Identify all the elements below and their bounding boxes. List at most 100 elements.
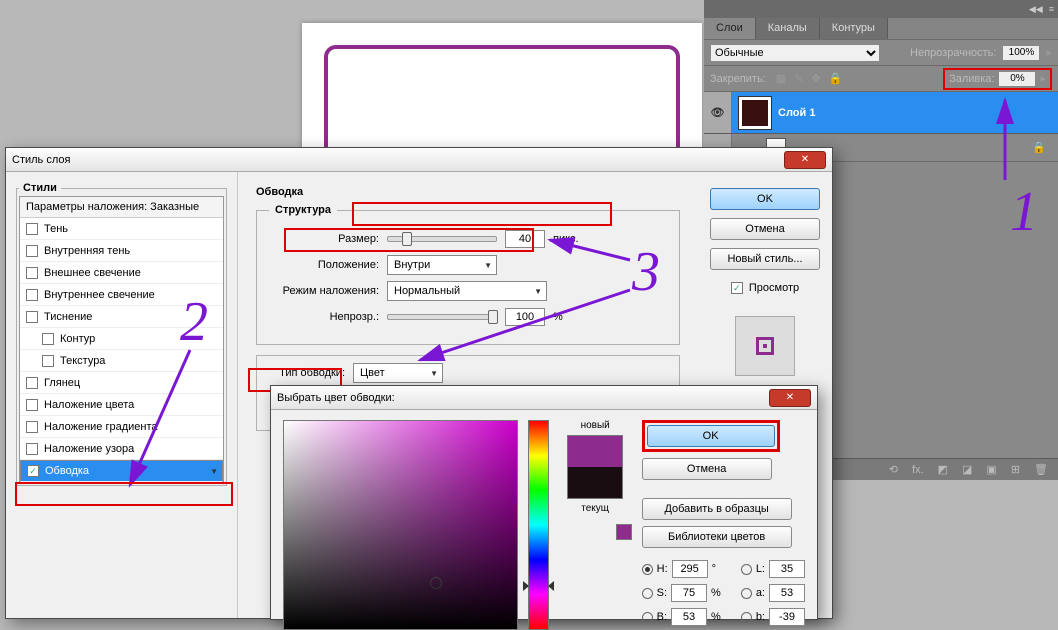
layer-name[interactable]: Слой 1 <box>778 107 815 119</box>
fill-input[interactable] <box>998 71 1036 87</box>
effect-checkbox[interactable] <box>26 421 38 433</box>
effect-row-9[interactable]: Наложение градиента <box>20 416 223 438</box>
preview-checkbox[interactable]: ✓ <box>731 282 743 294</box>
ok-button[interactable]: OK <box>647 425 775 447</box>
layer-thumbnail[interactable] <box>738 96 772 130</box>
color-libraries-button[interactable]: Библиотеки цветов <box>642 526 792 548</box>
close-button[interactable]: ✕ <box>769 389 811 407</box>
stroke-opacity-input[interactable] <box>505 308 545 326</box>
radio-a[interactable] <box>741 588 752 599</box>
lock-transparency-icon[interactable]: ▦ <box>776 72 786 85</box>
color-values: H:° S:% B:% L: a: b: <box>642 560 805 626</box>
effect-checkbox[interactable] <box>26 267 38 279</box>
color-compare-swatch[interactable] <box>567 435 623 499</box>
effect-checkbox[interactable] <box>26 443 38 455</box>
radio-l[interactable] <box>741 564 752 575</box>
a-input[interactable] <box>769 584 805 602</box>
effect-checkbox[interactable] <box>26 289 38 301</box>
panel-menu-icon[interactable]: ≡ <box>1049 4 1054 14</box>
effect-checkbox[interactable] <box>26 223 38 235</box>
lock-all-icon[interactable]: 🔒 <box>829 72 843 85</box>
fx-icon[interactable]: fx. <box>912 464 924 476</box>
new-label: новый <box>581 420 610 431</box>
s-input[interactable] <box>671 584 707 602</box>
position-select[interactable]: Внутри <box>387 255 497 275</box>
s-unit: % <box>711 587 721 599</box>
effect-label: Контур <box>60 333 95 345</box>
effect-checkbox[interactable]: ✓ <box>27 465 39 477</box>
effect-checkbox[interactable] <box>26 377 38 389</box>
new-layer-icon[interactable]: ⊞ <box>1011 463 1020 476</box>
mask-icon[interactable]: ◩ <box>938 463 948 476</box>
stroketype-select[interactable]: Цвет <box>353 363 443 383</box>
effect-checkbox[interactable] <box>42 333 54 345</box>
panel-topbar: ◀◀ ≡ <box>704 0 1058 18</box>
blending-options-header[interactable]: Параметры наложения: Заказные <box>20 197 223 218</box>
blendmode-select[interactable]: Нормальный <box>387 281 547 301</box>
blend-mode-select[interactable]: Обычные <box>710 44 880 62</box>
dialog-titlebar[interactable]: Стиль слоя ✕ <box>6 148 832 172</box>
effect-row-5[interactable]: Контур <box>20 328 223 350</box>
position-row: Положение: Внутри <box>269 252 667 278</box>
visibility-toggle-icon[interactable]: 👁 <box>704 92 732 133</box>
new-style-button[interactable]: Новый стиль... <box>710 248 820 270</box>
size-input[interactable] <box>505 230 545 248</box>
effect-checkbox[interactable] <box>26 399 38 411</box>
collapse-icon[interactable]: ◀◀ <box>1029 4 1043 15</box>
effect-row-2[interactable]: Внешнее свечение <box>20 262 223 284</box>
websafe-swatch[interactable] <box>616 524 632 540</box>
blendmode-row: Режим наложения: Нормальный <box>269 278 667 304</box>
tab-channels[interactable]: Каналы <box>756 18 820 39</box>
effect-row-10[interactable]: Наложение узора <box>20 438 223 460</box>
tab-paths[interactable]: Контуры <box>820 18 888 39</box>
adjustment-icon[interactable]: ◪ <box>962 463 972 476</box>
effect-label: Внешнее свечение <box>44 267 141 279</box>
opacity-flyout-icon[interactable]: ▸ <box>1046 46 1052 59</box>
effect-row-6[interactable]: Текстура <box>20 350 223 372</box>
effect-checkbox[interactable] <box>42 355 54 367</box>
fill-flyout-icon[interactable]: ▸ <box>1040 72 1046 85</box>
lock-move-icon[interactable]: ✥ <box>811 72 820 85</box>
tab-layers[interactable]: Слои <box>704 18 756 39</box>
group-icon[interactable]: ▣ <box>986 463 996 476</box>
effect-row-8[interactable]: Наложение цвета <box>20 394 223 416</box>
effect-checkbox[interactable] <box>26 245 38 257</box>
size-slider[interactable] <box>387 236 497 242</box>
effect-row-4[interactable]: Тиснение <box>20 306 223 328</box>
lock-icon: 🔒 <box>1032 141 1046 154</box>
effect-row-7[interactable]: Глянец <box>20 372 223 394</box>
close-button[interactable]: ✕ <box>784 151 826 169</box>
panel-tabs: Слои Каналы Контуры <box>704 18 1058 40</box>
hue-pointer <box>523 581 553 591</box>
h-unit: ° <box>712 563 716 575</box>
opacity-input[interactable] <box>1002 45 1040 61</box>
preview-checkbox-row[interactable]: ✓ Просмотр <box>710 282 820 294</box>
effect-checkbox[interactable] <box>26 311 38 323</box>
lock-row: Закрепить: ▦ ✎ ✥ 🔒 Заливка: ▸ <box>704 66 1058 92</box>
cancel-button[interactable]: Отмена <box>642 458 772 480</box>
b-input[interactable] <box>671 608 707 626</box>
add-swatch-button[interactable]: Добавить в образцы <box>642 498 792 520</box>
radio-h[interactable] <box>642 564 653 575</box>
h-input[interactable] <box>672 560 708 578</box>
effect-row-0[interactable]: Тень <box>20 218 223 240</box>
radio-s[interactable] <box>642 588 653 599</box>
lock-paint-icon[interactable]: ✎ <box>794 72 803 85</box>
l-input[interactable] <box>769 560 805 578</box>
dialog-title: Выбрать цвет обводки: <box>277 392 769 404</box>
layer-row-selected[interactable]: 👁 Слой 1 <box>704 92 1058 134</box>
cancel-button[interactable]: Отмена <box>710 218 820 240</box>
dialog-titlebar[interactable]: Выбрать цвет обводки: ✕ <box>271 386 817 410</box>
link-layers-icon[interactable]: ⟲ <box>889 463 898 476</box>
effect-row-3[interactable]: Внутреннее свечение <box>20 284 223 306</box>
ok-button[interactable]: OK <box>710 188 820 210</box>
hue-slider[interactable] <box>528 420 548 630</box>
trash-icon[interactable]: 🗑 <box>1034 463 1048 476</box>
effect-row-1[interactable]: Внутренняя тень <box>20 240 223 262</box>
effect-row-11[interactable]: ✓Обводка <box>20 460 223 482</box>
color-field[interactable] <box>283 420 518 630</box>
lock-label: Закрепить: <box>710 73 766 85</box>
stroke-opacity-slider[interactable] <box>387 314 497 320</box>
b2-input[interactable] <box>769 608 805 626</box>
effect-label: Тень <box>44 223 68 235</box>
